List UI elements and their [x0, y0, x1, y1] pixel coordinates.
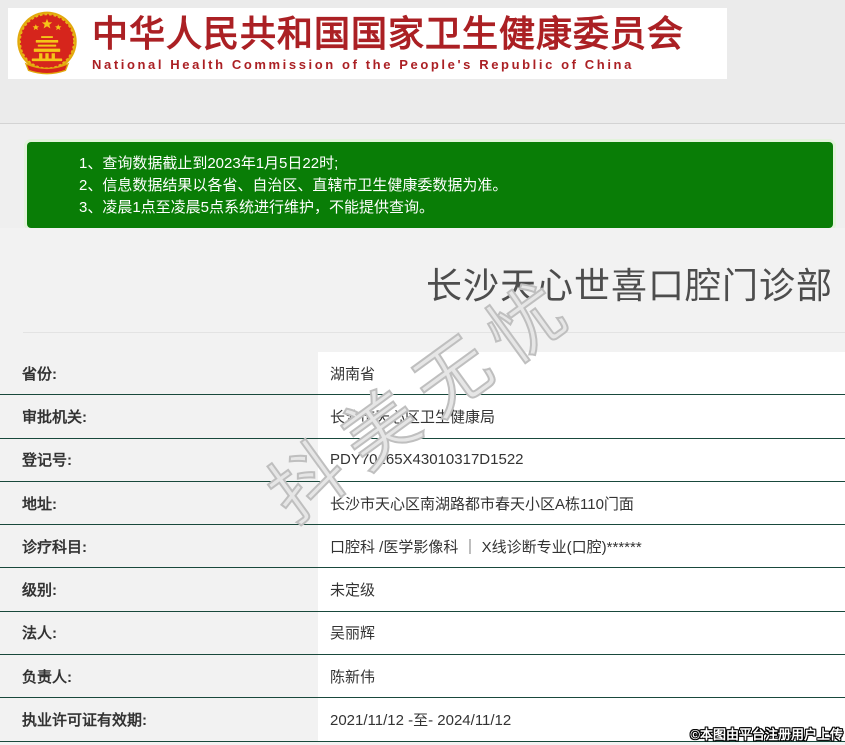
table-row-address: 地址: 长沙市天心区南湖路都市春天小区A栋110门面	[0, 482, 845, 525]
china-national-emblem-icon	[14, 11, 80, 77]
notice-line-2: 2、信息数据结果以各省、自治区、直辖市卫生健康委数据为准。	[79, 175, 823, 197]
clinic-info-table: 省份: 湖南省 审批机关: 长沙市天心区卫生健康局 登记号: PDY70165X…	[0, 352, 845, 742]
row-label: 法人:	[0, 612, 318, 654]
table-row-person-in-charge: 负责人: 陈新伟	[0, 655, 845, 698]
row-label: 登记号:	[0, 439, 318, 481]
row-label: 级别:	[0, 568, 318, 610]
table-row-registration-number: 登记号: PDY70165X43010317D1522	[0, 439, 845, 482]
site-title-english: National Health Commission of the People…	[92, 57, 684, 72]
row-value: 未定级	[318, 568, 845, 610]
notice-line-3: 3、凌晨1点至凌晨5点系统进行维护，不能提供查询。	[79, 197, 823, 219]
row-value: 长沙市天心区南湖路都市春天小区A栋110门面	[318, 482, 845, 524]
row-label: 省份:	[0, 352, 318, 394]
row-value: PDY70165X43010317D1522	[318, 439, 845, 481]
row-label: 诊疗科目:	[0, 525, 318, 567]
notice-line-1: 1、查询数据截止到2023年1月5日22时;	[79, 153, 823, 175]
row-label: 审批机关:	[0, 395, 318, 437]
header-titles: 中华人民共和国国家卫生健康委员会 National Health Commiss…	[92, 15, 684, 73]
table-row-province: 省份: 湖南省	[0, 352, 845, 395]
result-section: 长沙天心世喜口腔门诊部 省份: 湖南省 审批机关: 长沙市天心区卫生健康局 登记…	[0, 228, 845, 745]
site-title-chinese: 中华人民共和国国家卫生健康委员会	[92, 15, 684, 53]
query-notice-box: 1、查询数据截止到2023年1月5日22时; 2、信息数据结果以各省、自治区、直…	[27, 142, 833, 228]
row-value: 吴丽辉	[318, 612, 845, 654]
uploader-note: ©本图由平台注册用户上传	[690, 724, 843, 743]
table-row-legal-person: 法人: 吴丽辉	[0, 612, 845, 655]
row-value: 陈新伟	[318, 655, 845, 697]
row-label: 负责人:	[0, 655, 318, 697]
table-row-approval-authority: 审批机关: 长沙市天心区卫生健康局	[0, 395, 845, 438]
row-value: 长沙市天心区卫生健康局	[318, 395, 845, 437]
row-value: 湖南省	[318, 352, 845, 394]
row-value: 口腔科 /医学影像科 ｜ X线诊断专业(口腔)******	[318, 525, 845, 567]
clinic-name-title: 长沙天心世喜口腔门诊部	[0, 228, 845, 308]
table-row-medical-subjects: 诊疗科目: 口腔科 /医学影像科 ｜ X线诊断专业(口腔)******	[0, 525, 845, 568]
site-header: 中华人民共和国国家卫生健康委员会 National Health Commiss…	[8, 8, 727, 79]
nhc-query-result-page: 中华人民共和国国家卫生健康委员会 National Health Commiss…	[0, 0, 845, 745]
row-label: 地址:	[0, 482, 318, 524]
title-divider	[23, 332, 845, 333]
table-row-level: 级别: 未定级	[0, 568, 845, 611]
row-label: 执业许可证有效期:	[0, 698, 318, 740]
